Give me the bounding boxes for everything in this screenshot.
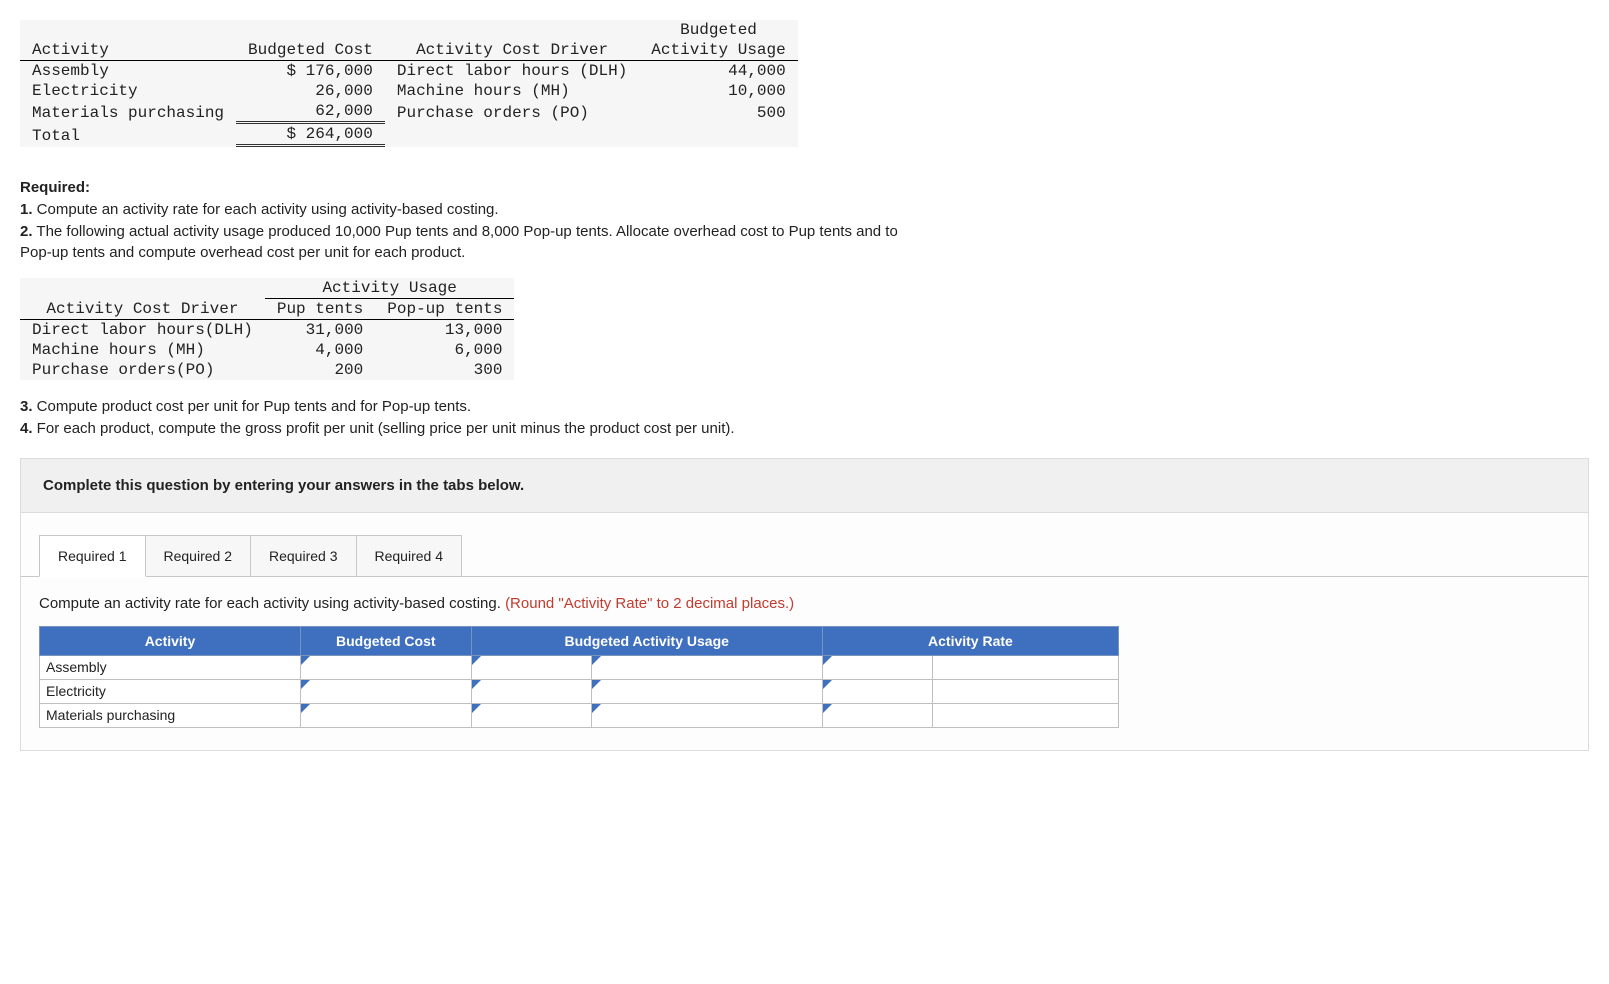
table-row: Materials purchasing 62,000 Purchase ord…	[20, 101, 798, 123]
t2-hdr-pup: Pup tents	[265, 299, 375, 320]
t1-hdr-usage-l2: Activity Usage	[639, 40, 797, 61]
t1-hdr-driver: Activity Cost Driver	[385, 40, 639, 61]
required-1-text: Compute an activity rate for each activi…	[33, 201, 499, 218]
t1-r2-activity: Materials purchasing	[20, 101, 236, 123]
answer-banner: Complete this question by entering your …	[21, 459, 1588, 513]
required-2-num: 2.	[20, 223, 33, 240]
activity-usage-table: Activity Usage Activity Cost Driver Pup …	[20, 278, 514, 380]
tab-prompt-red: (Round "Activity Rate" to 2 decimal plac…	[505, 595, 794, 612]
tab-required-4[interactable]: Required 4	[356, 535, 463, 577]
t2-hdr-popup: Pop-up tents	[375, 299, 514, 320]
grid-hdr-rate: Activity Rate	[822, 626, 1118, 655]
t2-r1-popup: 6,000	[375, 340, 514, 360]
answer-tabs: Required 1 Required 2 Required 3 Require…	[21, 513, 1588, 577]
grid-hdr-usage: Budgeted Activity Usage	[471, 626, 822, 655]
required-1-num: 1.	[20, 201, 33, 218]
grid-row-0-usage-a[interactable]	[471, 655, 591, 679]
grid-row-2-label: Materials purchasing	[40, 703, 301, 727]
table-row-total: Total $ 264,000	[20, 123, 798, 146]
t2-r1-driver: Machine hours (MH)	[20, 340, 265, 360]
grid-row-2-usage-a[interactable]	[471, 703, 591, 727]
t2-r1-pup: 4,000	[265, 340, 375, 360]
required-4-text: For each product, compute the gross prof…	[33, 420, 735, 437]
grid-row-1-usage-a[interactable]	[471, 679, 591, 703]
t1-r1-activity: Electricity	[20, 81, 236, 101]
required-3-text: Compute product cost per unit for Pup te…	[33, 398, 472, 415]
t2-r0-pup: 31,000	[265, 320, 375, 341]
grid-row-2-usage-b[interactable]	[592, 703, 823, 727]
grid-row: Electricity	[40, 679, 1119, 703]
required-heading: Required:	[20, 179, 90, 196]
t2-top-header: Activity Usage	[265, 278, 515, 299]
table-row: Electricity 26,000 Machine hours (MH) 10…	[20, 81, 798, 101]
t1-r0-cost: $ 176,000	[236, 61, 385, 82]
table-row: Purchase orders(PO) 200 300	[20, 360, 514, 380]
grid-row-0-rate-b[interactable]	[933, 655, 1119, 679]
t1-r0-activity: Assembly	[20, 61, 236, 82]
grid-row: Assembly	[40, 655, 1119, 679]
t1-r0-usage: 44,000	[639, 61, 797, 82]
t1-hdr-activity: Activity	[20, 40, 236, 61]
required-2-text-a: The following actual activity usage prod…	[33, 223, 898, 240]
grid-row-2-cost[interactable]	[300, 703, 471, 727]
t1-blank	[20, 20, 236, 40]
grid-row-2-rate-b[interactable]	[933, 703, 1119, 727]
grid-row-1-rate-a[interactable]	[822, 679, 932, 703]
t1-total-label: Total	[20, 123, 236, 146]
required-2-text-b: Pop-up tents and compute overhead cost p…	[20, 242, 1589, 264]
grid-row-0-usage-b[interactable]	[592, 655, 823, 679]
grid-row-1-rate-b[interactable]	[933, 679, 1119, 703]
tab-prompt-black: Compute an activity rate for each activi…	[39, 595, 505, 612]
t2-r2-pup: 200	[265, 360, 375, 380]
t2-r2-popup: 300	[375, 360, 514, 380]
t1-hdr-cost: Budgeted Cost	[236, 40, 385, 61]
t1-r1-driver: Machine hours (MH)	[385, 81, 639, 101]
answer-grid: Activity Budgeted Cost Budgeted Activity…	[39, 626, 1119, 728]
t1-r2-driver: Purchase orders (PO)	[385, 101, 639, 123]
grid-row-1-cost[interactable]	[300, 679, 471, 703]
t1-r2-cost: 62,000	[236, 101, 385, 123]
table-row: Direct labor hours(DLH) 31,000 13,000	[20, 320, 514, 341]
t1-r0-driver: Direct labor hours (DLH)	[385, 61, 639, 82]
budgeted-cost-table: Budgeted Activity Budgeted Cost Activity…	[20, 20, 798, 147]
grid-row-1-label: Electricity	[40, 679, 301, 703]
tab-prompt: Compute an activity rate for each activi…	[39, 595, 1570, 612]
t2-r2-driver: Purchase orders(PO)	[20, 360, 265, 380]
t2-r0-popup: 13,000	[375, 320, 514, 341]
table-row: Assembly $ 176,000 Direct labor hours (D…	[20, 61, 798, 82]
t1-hdr-usage-l1: Budgeted	[639, 20, 797, 40]
required-block-2: 3. Compute product cost per unit for Pup…	[20, 396, 1589, 440]
grid-row-2-rate-a[interactable]	[822, 703, 932, 727]
t1-r1-cost: 26,000	[236, 81, 385, 101]
tab-required-1[interactable]: Required 1	[39, 535, 146, 577]
grid-row: Materials purchasing	[40, 703, 1119, 727]
required-4-num: 4.	[20, 420, 33, 437]
tab-required-2[interactable]: Required 2	[145, 535, 252, 577]
t1-r2-usage: 500	[639, 101, 797, 123]
t2-r0-driver: Direct labor hours(DLH)	[20, 320, 265, 341]
required-block: Required: 1. Compute an activity rate fo…	[20, 177, 1589, 264]
grid-hdr-activity: Activity	[40, 626, 301, 655]
tab-content-required-1: Compute an activity rate for each activi…	[21, 576, 1588, 750]
grid-row-0-label: Assembly	[40, 655, 301, 679]
t1-total-cost: $ 264,000	[236, 123, 385, 146]
grid-row-0-cost[interactable]	[300, 655, 471, 679]
required-3-num: 3.	[20, 398, 33, 415]
answer-section: Complete this question by entering your …	[20, 458, 1589, 751]
table-row: Machine hours (MH) 4,000 6,000	[20, 340, 514, 360]
tab-required-3[interactable]: Required 3	[250, 535, 357, 577]
grid-row-0-rate-a[interactable]	[822, 655, 932, 679]
t2-hdr-driver: Activity Cost Driver	[20, 299, 265, 320]
t1-r1-usage: 10,000	[639, 81, 797, 101]
grid-row-1-usage-b[interactable]	[592, 679, 823, 703]
grid-hdr-cost: Budgeted Cost	[300, 626, 471, 655]
